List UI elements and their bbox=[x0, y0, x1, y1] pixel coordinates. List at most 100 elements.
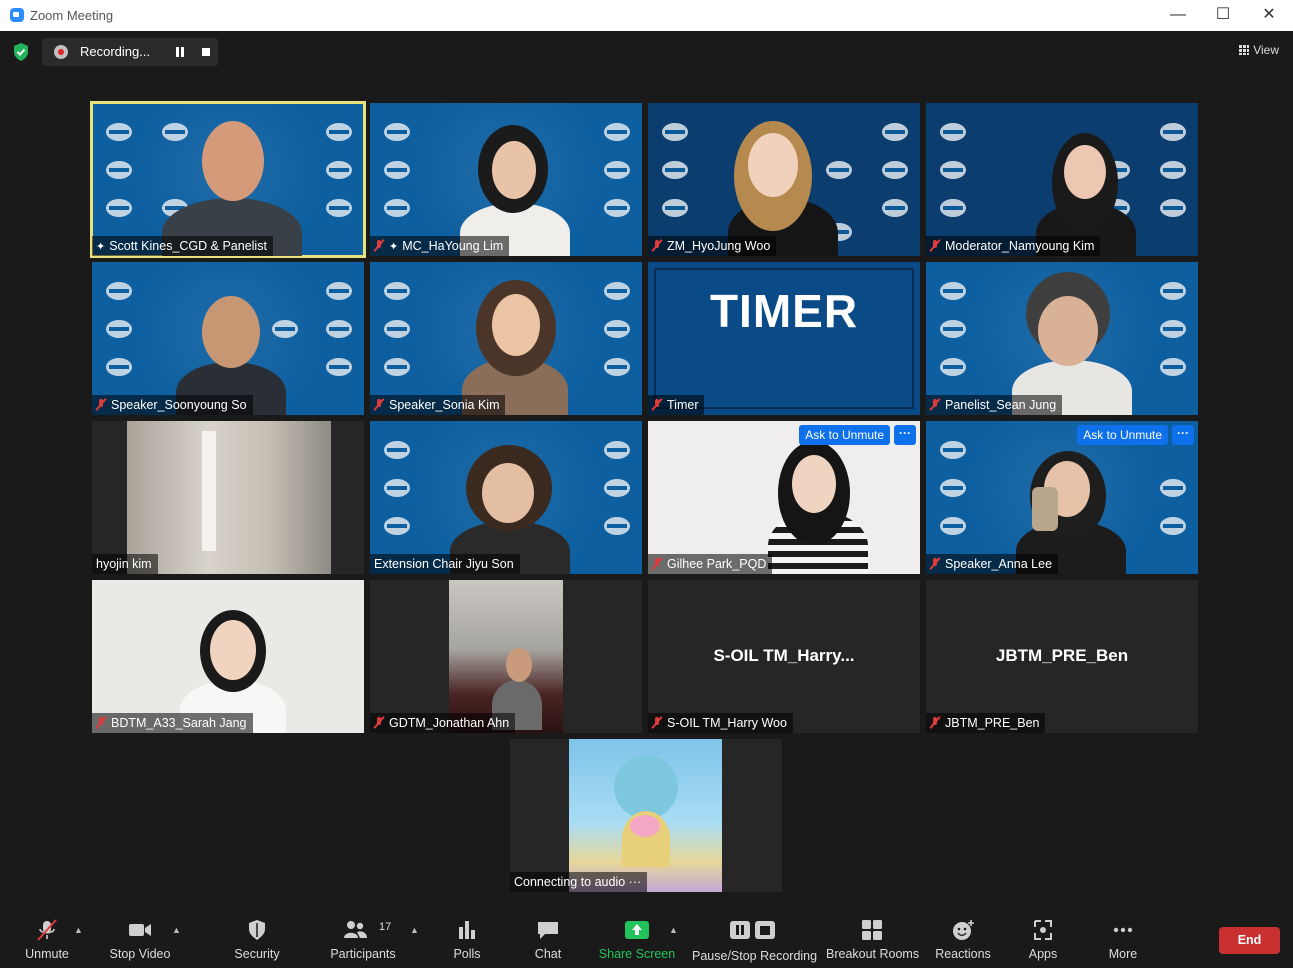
toastmasters-logo-icon bbox=[162, 123, 188, 141]
reactions-label: Reactions bbox=[935, 947, 991, 961]
toastmasters-logo-icon bbox=[106, 358, 132, 376]
close-button[interactable]: ✕ bbox=[1254, 4, 1284, 26]
polls-label: Polls bbox=[453, 947, 481, 961]
breakout-rooms-button[interactable]: Breakout Rooms bbox=[826, 905, 919, 968]
participant-face bbox=[792, 455, 836, 513]
window-title: Zoom Meeting bbox=[30, 8, 114, 23]
muted-mic-icon bbox=[374, 239, 384, 252]
toastmasters-logo-icon bbox=[384, 320, 410, 338]
pause-recording-icon[interactable] bbox=[175, 47, 185, 57]
more-button[interactable]: More bbox=[1096, 905, 1150, 968]
participant-name: Speaker_Sonia Kim bbox=[370, 395, 506, 415]
video-tile[interactable]: S-OIL TM_Harry... S-OIL TM_Harry Woo bbox=[648, 580, 920, 733]
toastmasters-logo-icon bbox=[106, 320, 132, 338]
video-tile[interactable]: JBTM_PRE_Ben JBTM_PRE_Ben bbox=[926, 580, 1198, 733]
video-tile[interactable]: Ask to Unmute ··· Gilhee Park_PQD bbox=[648, 421, 920, 574]
tile-more-options-button[interactable]: ··· bbox=[894, 425, 916, 445]
muted-mic-icon bbox=[96, 716, 106, 729]
video-tile[interactable]: Moderator_Namyoung Kim bbox=[926, 103, 1198, 256]
chat-label: Chat bbox=[534, 947, 562, 961]
toastmasters-logo-icon bbox=[604, 358, 630, 376]
audio-options-caret-icon[interactable]: ▲ bbox=[74, 925, 83, 935]
toastmasters-logo-icon bbox=[882, 123, 908, 141]
video-options-caret-icon[interactable]: ▲ bbox=[172, 925, 181, 935]
video-tile[interactable]: Ask to Unmute ··· Speaker_Anna Lee bbox=[926, 421, 1198, 574]
toastmasters-logo-icon bbox=[384, 358, 410, 376]
toastmasters-logo-icon bbox=[940, 199, 966, 217]
participant-name: BDTM_A33_Sarah Jang bbox=[92, 713, 253, 733]
stop-recording-icon[interactable] bbox=[202, 48, 210, 56]
video-tile[interactable]: ZM_HyoJung Woo bbox=[648, 103, 920, 256]
minimize-button[interactable]: — bbox=[1163, 4, 1193, 26]
encryption-shield-icon[interactable] bbox=[12, 42, 30, 62]
video-tile[interactable]: hyojin kim bbox=[92, 421, 364, 574]
reactions-button[interactable]: Reactions bbox=[932, 905, 994, 968]
video-tile[interactable]: Panelist_Sean Jung bbox=[926, 262, 1198, 415]
apps-icon bbox=[1034, 920, 1052, 940]
toastmasters-logo-icon bbox=[940, 441, 966, 459]
toastmasters-logo-icon bbox=[604, 123, 630, 141]
muted-mic-icon bbox=[652, 398, 662, 411]
video-tile[interactable]: ✦ Scott Kines_CGD & Panelist bbox=[90, 101, 366, 258]
polls-button[interactable]: Polls bbox=[440, 905, 494, 968]
share-options-caret-icon[interactable]: ▲ bbox=[669, 925, 678, 935]
muted-mic-icon bbox=[652, 716, 662, 729]
polls-bar-icon bbox=[459, 921, 475, 939]
ask-to-unmute-button[interactable]: Ask to Unmute bbox=[1077, 425, 1168, 445]
share-screen-button[interactable]: Share Screen bbox=[598, 905, 676, 968]
chat-bubble-icon bbox=[538, 922, 558, 939]
zoom-app-icon bbox=[10, 8, 24, 22]
tile-more-options-button[interactable]: ··· bbox=[1172, 425, 1194, 445]
toastmasters-logo-icon bbox=[384, 161, 410, 179]
security-button[interactable]: Security bbox=[226, 905, 288, 968]
more-dots-icon bbox=[1113, 927, 1133, 933]
toastmasters-logo-icon bbox=[604, 199, 630, 217]
maximize-button[interactable]: ☐ bbox=[1208, 4, 1238, 26]
stop-video-button[interactable]: Stop Video bbox=[104, 905, 176, 968]
toastmasters-logo-icon bbox=[662, 123, 688, 141]
toastmasters-logo-icon bbox=[106, 199, 132, 217]
participant-face bbox=[482, 463, 534, 523]
toastmasters-logo-icon bbox=[604, 517, 630, 535]
toastmasters-logo-icon bbox=[384, 517, 410, 535]
end-meeting-button[interactable]: End bbox=[1219, 927, 1280, 954]
video-tile[interactable]: BDTM_A33_Sarah Jang bbox=[92, 580, 364, 733]
apps-button[interactable]: Apps bbox=[1016, 905, 1070, 968]
unmute-button[interactable]: Unmute bbox=[16, 905, 78, 968]
participants-options-caret-icon[interactable]: ▲ bbox=[410, 925, 419, 935]
participant-name: ZM_HyoJung Woo bbox=[648, 236, 777, 256]
participant-name: GDTM_Jonathan Ahn bbox=[370, 713, 516, 733]
participant-face bbox=[1064, 145, 1106, 199]
participant-face bbox=[1038, 296, 1098, 366]
spotlight-pin-icon: ✦ bbox=[96, 241, 106, 253]
muted-mic-icon bbox=[374, 398, 384, 411]
video-tile[interactable]: GDTM_Jonathan Ahn bbox=[370, 580, 642, 733]
toastmasters-logo-icon bbox=[384, 123, 410, 141]
toastmasters-logo-icon bbox=[106, 282, 132, 300]
video-tile[interactable]: Speaker_Sonia Kim bbox=[370, 262, 642, 415]
video-tile[interactable]: ✦ MC_HaYoung Lim bbox=[370, 103, 642, 256]
video-tile[interactable]: Extension Chair Jiyu Son bbox=[370, 421, 642, 574]
window-titlebar: Zoom Meeting — ☐ ✕ bbox=[0, 0, 1293, 32]
video-tile[interactable]: Connecting to audio ··· bbox=[510, 739, 782, 892]
pause-stop-recording-button[interactable]: Pause/Stop Recording bbox=[692, 905, 817, 968]
chat-button[interactable]: Chat bbox=[522, 905, 574, 968]
toastmasters-logo-icon bbox=[1160, 123, 1186, 141]
toastmasters-logo-icon bbox=[384, 282, 410, 300]
participant-name: Extension Chair Jiyu Son bbox=[370, 554, 520, 574]
participants-button[interactable]: 17 Participants bbox=[326, 905, 400, 968]
video-tile[interactable]: Speaker_Soonyoung So bbox=[92, 262, 364, 415]
participant-name: S-OIL TM_Harry Woo bbox=[648, 713, 793, 733]
view-button[interactable]: View bbox=[1239, 43, 1279, 57]
participant-display-name: JBTM_PRE_Ben bbox=[995, 646, 1129, 665]
apps-label: Apps bbox=[1028, 947, 1058, 961]
participant-name: JBTM_PRE_Ben bbox=[926, 713, 1046, 733]
microphone-muted-icon bbox=[37, 919, 57, 941]
participant-face bbox=[492, 294, 540, 356]
video-tile[interactable]: TIMER Timer bbox=[648, 262, 920, 415]
participant-name: Moderator_Namyoung Kim bbox=[926, 236, 1101, 256]
toastmasters-logo-icon bbox=[384, 441, 410, 459]
participant-name: ✦ Scott Kines_CGD & Panelist bbox=[92, 236, 273, 256]
breakout-rooms-icon bbox=[862, 920, 882, 940]
ask-to-unmute-button[interactable]: Ask to Unmute bbox=[799, 425, 890, 445]
